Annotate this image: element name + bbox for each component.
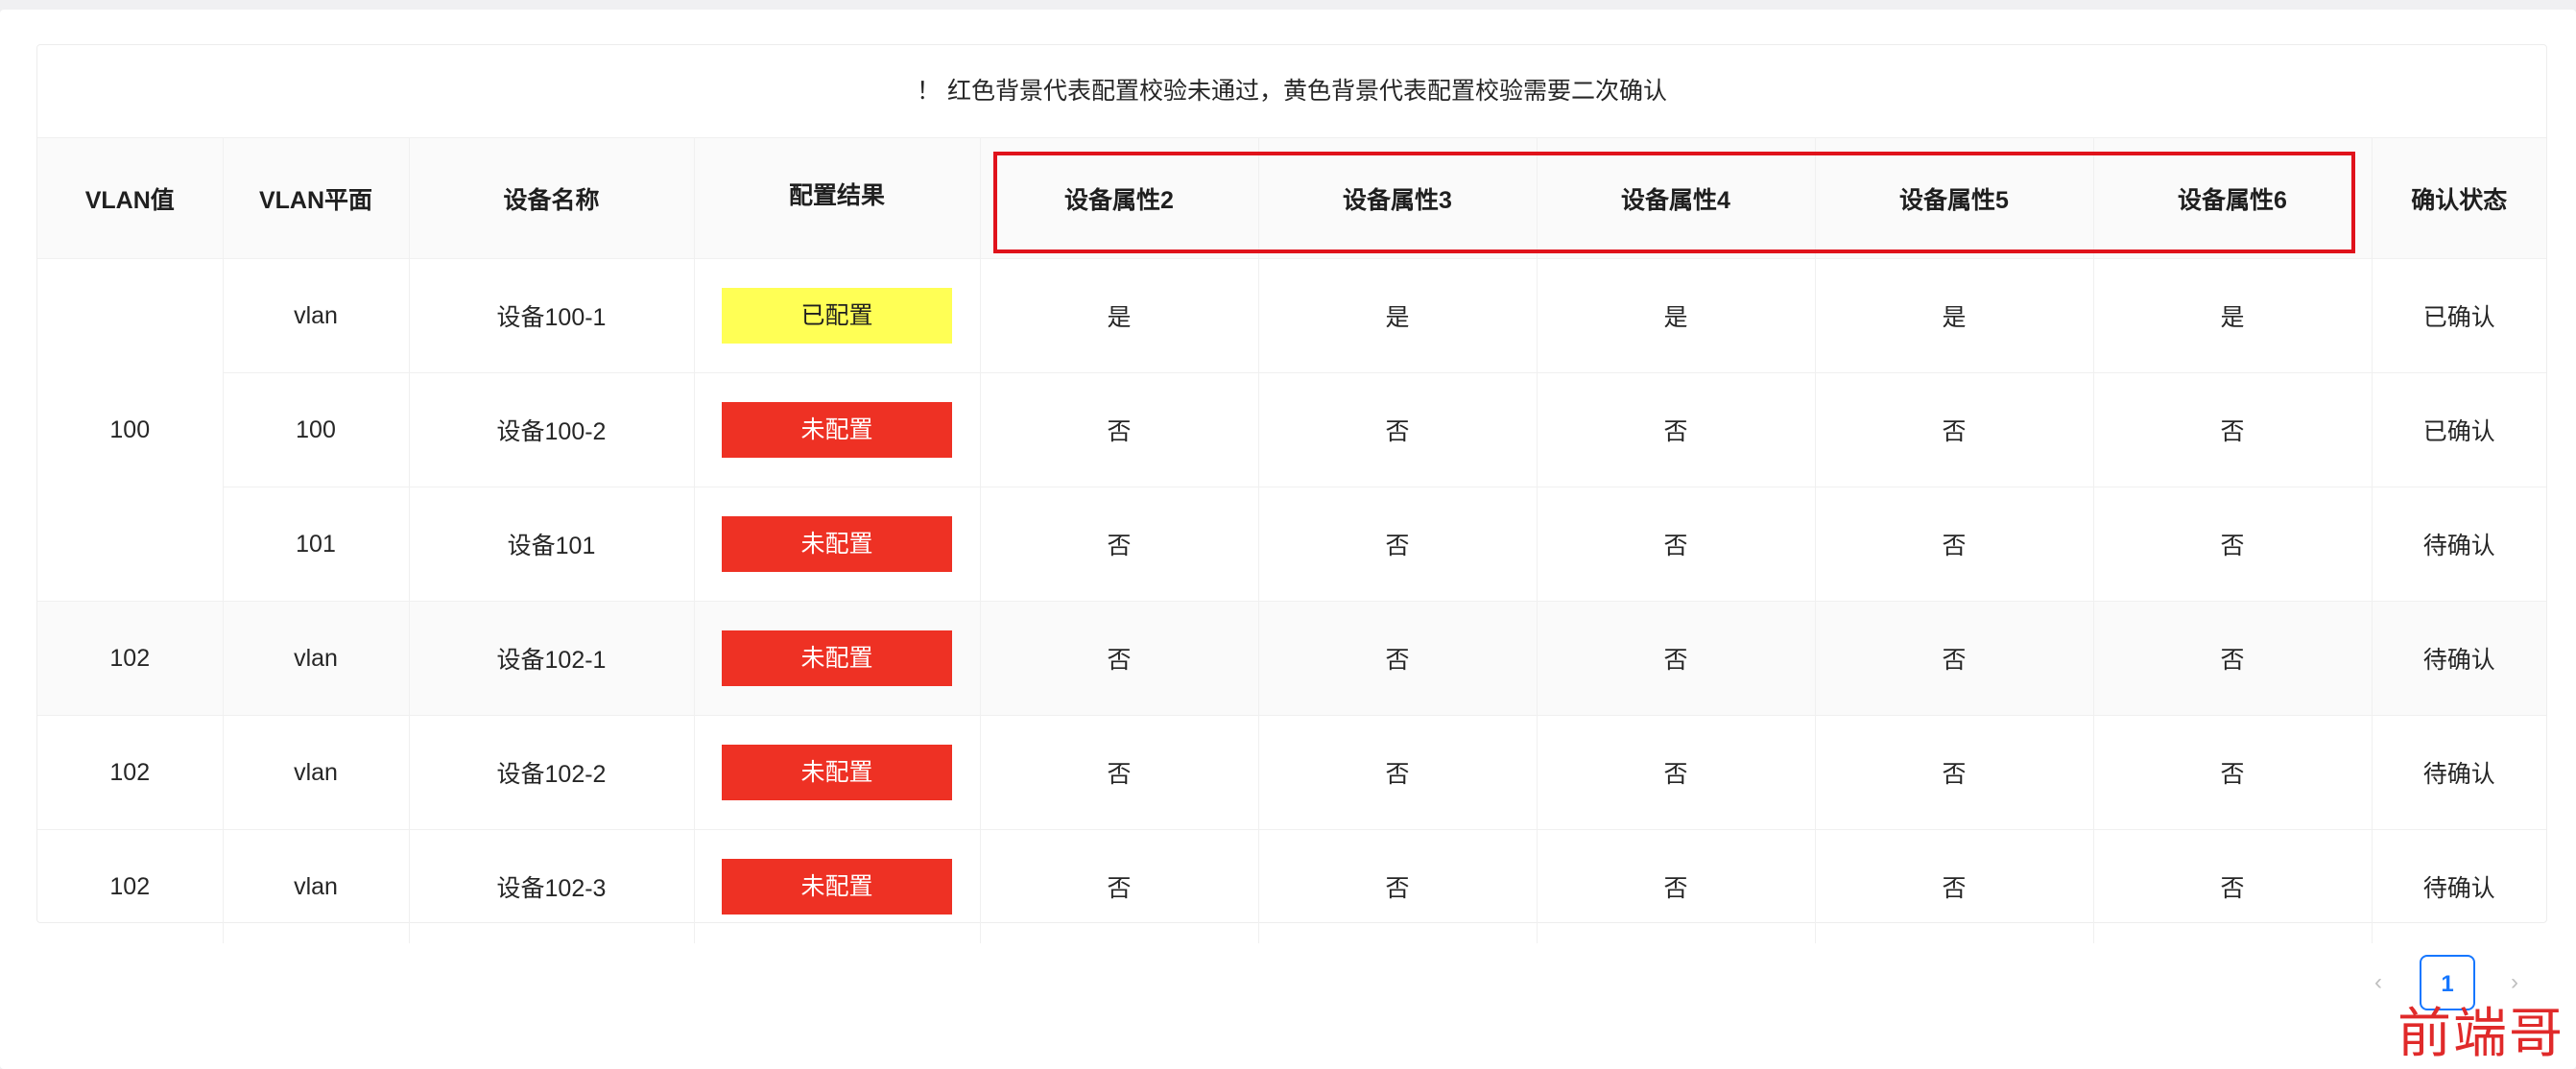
table-header-row: VLAN值 VLAN平面 设备名称 配置结果 设备属性2 设备属性3 设备属性4… xyxy=(37,138,2546,259)
header-confirm-status: 确认状态 xyxy=(2372,138,2546,259)
cell-attr: 否 xyxy=(1537,372,1816,487)
cell-confirm-status: 待确认 xyxy=(2422,875,2495,902)
cell-config-result: 未配置 xyxy=(694,829,981,943)
table-row: 100 vlan 设备100-1 已配置 是 是 是 是 是 已确认 xyxy=(37,258,2546,602)
cell-attr: 是 xyxy=(1258,258,1538,373)
cell-attr: 否 xyxy=(1815,715,2094,830)
cell-device-name: 设备101 xyxy=(409,487,695,602)
config-table: VLAN值 VLAN平面 设备名称 配置结果 设备属性2 设备属性3 设备属性4… xyxy=(37,138,2546,943)
config-result-tag: 未配置 xyxy=(722,630,952,686)
cell-attr: 否 xyxy=(1258,487,1538,602)
header-device-attr-4: 设备属性4 xyxy=(1537,138,1816,259)
header-device-attr-6: 设备属性6 xyxy=(2093,138,2373,259)
cell-config-result: 已配置 xyxy=(694,258,981,373)
cell-attr: 否 xyxy=(980,829,1259,943)
cell-device-name: 设备102-2 xyxy=(409,715,695,830)
config-result-tag: 未配置 xyxy=(722,859,952,915)
watermark: 前端哥 xyxy=(2397,1003,2564,1065)
cell-attr: 否 xyxy=(1537,487,1816,602)
cell-attr: 否 xyxy=(2093,601,2373,716)
table-row: 100 设备100-2 未配置 否 否 否 否 否 已确认 xyxy=(37,372,2546,487)
cell-attr: 否 xyxy=(1258,829,1538,943)
cell-attr: 否 xyxy=(1815,829,2094,943)
pagination: ‹ 1 › xyxy=(0,955,2576,1012)
table-card: ！ 红色背景代表配置校验未通过，黄色背景代表配置校验需要二次确认 VLAN值 V… xyxy=(36,44,2547,943)
cell-attr: 否 xyxy=(1258,715,1538,830)
cell-attr: 否 xyxy=(1815,372,2094,487)
table-row: 101 设备101 未配置 否 否 否 否 否 待确认 xyxy=(37,487,2546,602)
cell-attr: 否 xyxy=(1537,601,1816,716)
config-result-tag: 未配置 xyxy=(722,516,952,572)
cell-attr: 否 xyxy=(1537,715,1816,830)
config-result-tag: 未配置 xyxy=(722,402,952,458)
header-config-result: 配置结果 xyxy=(694,138,981,259)
config-result-tag: 已配置 xyxy=(722,288,952,344)
header-device-attr-3: 设备属性3 xyxy=(1258,138,1538,259)
cell-attr: 否 xyxy=(1815,601,2094,716)
cell-attr: 是 xyxy=(1537,258,1816,373)
page-container: ！ 红色背景代表配置校验未通过，黄色背景代表配置校验需要二次确认 VLAN值 V… xyxy=(0,10,2576,1069)
cell-confirm-status: 待确认 xyxy=(2372,715,2546,830)
config-result-tag: 未配置 xyxy=(722,745,952,800)
cell-attr: 否 xyxy=(980,601,1259,716)
cell-attr: 否 xyxy=(980,715,1259,830)
cell-config-result: 未配置 xyxy=(694,487,981,602)
cell-confirm-status: 已确认 xyxy=(2372,372,2546,487)
cell-attr: 否 xyxy=(1258,372,1538,487)
cell-confirm-status: 待确认 xyxy=(2372,487,2546,602)
cell-attr: 是 xyxy=(980,258,1259,373)
cell-device-name: 设备102-3 xyxy=(409,829,695,943)
header-device-name: 设备名称 xyxy=(409,138,695,259)
cell-vlan-plane: 100 xyxy=(223,372,410,487)
table-row: 102 vlan 设备102-2 未配置 否 否 否 否 否 待确认 xyxy=(37,715,2546,830)
cell-attr: 否 xyxy=(2093,372,2373,487)
cell-attr: 否 xyxy=(2093,715,2373,830)
cell-device-name: 设备100-1 xyxy=(409,258,695,373)
cell-attr: 否 xyxy=(2093,487,2373,602)
cell-attr: 否 xyxy=(1815,487,2094,602)
header-vlan-value: VLAN值 xyxy=(37,138,224,259)
cell-confirm-status: 待确认 xyxy=(2372,601,2546,716)
cell-attr: 否 xyxy=(2093,829,2373,943)
table-row: 102 vlan 设备102-3 未配置 否 否 否 否 否 待确认 xyxy=(37,829,2546,943)
cell-config-result: 未配置 xyxy=(694,601,981,716)
cell-vlan-value: 102 xyxy=(37,829,224,943)
cell-config-result: 未配置 xyxy=(694,715,981,830)
cell-vlan-value: 102 xyxy=(37,601,224,716)
cell-vlan-plane: vlan xyxy=(223,829,410,943)
cell-device-name: 设备102-1 xyxy=(409,601,695,716)
cell-config-result: 未配置 xyxy=(694,372,981,487)
cell-attr: 否 xyxy=(980,372,1259,487)
header-device-attr-5: 设备属性5 xyxy=(1815,138,2094,259)
cell-vlan-plane: vlan xyxy=(223,258,410,373)
header-vlan-plane: VLAN平面 xyxy=(223,138,410,259)
cell-attr: 是 xyxy=(2093,258,2373,373)
header-device-attr-2: 设备属性2 xyxy=(980,138,1259,259)
cell-confirm-status: 已确认 xyxy=(2372,258,2546,373)
cell-vlan-plane: vlan xyxy=(223,715,410,830)
cell-vlan-plane: 101 xyxy=(223,487,410,602)
cell-vlan-value: 100 xyxy=(37,258,224,602)
notice-banner: ！ 红色背景代表配置校验未通过，黄色背景代表配置校验需要二次确认 xyxy=(37,45,2546,138)
cell-vlan-value: 102 xyxy=(37,715,224,830)
cell-device-name: 设备100-2 xyxy=(409,372,695,487)
cell-attr: 否 xyxy=(1258,601,1538,716)
cell-attr: 否 xyxy=(1537,829,1816,943)
cell-attr: 是 xyxy=(1815,258,2094,373)
cell-vlan-plane: vlan xyxy=(223,601,410,716)
cell-attr: 否 xyxy=(980,487,1259,602)
table-row: 102 vlan 设备102-1 未配置 否 否 否 否 否 待确认 xyxy=(37,601,2546,716)
